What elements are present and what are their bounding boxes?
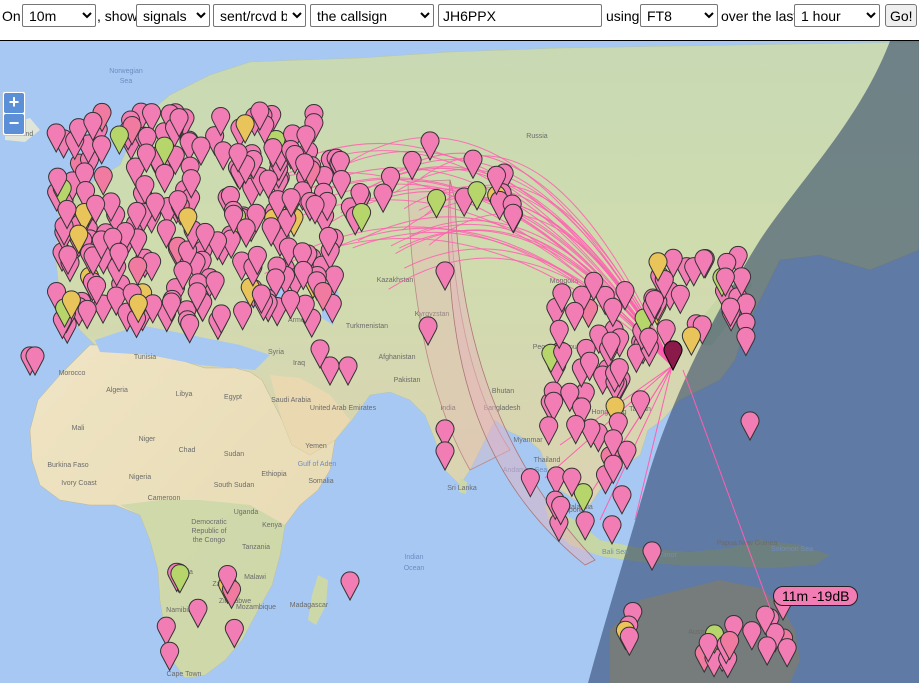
land-africa-south bbox=[120, 500, 285, 678]
land-madagascar bbox=[308, 575, 328, 625]
place-label: Ethiopia bbox=[261, 471, 286, 478]
place-label: Bhutan bbox=[492, 388, 514, 395]
station-marker[interactable] bbox=[160, 641, 180, 672]
place-label: Sea bbox=[120, 78, 133, 85]
place-label: Ivory Coast bbox=[61, 480, 96, 487]
place-label: Malawi bbox=[244, 574, 266, 581]
place-label: Burkina Faso bbox=[47, 462, 88, 469]
place-label: Niger bbox=[139, 436, 156, 443]
place-label: Afghanistan bbox=[379, 354, 416, 361]
station-marker[interactable] bbox=[340, 571, 360, 602]
place-label: Egypt bbox=[224, 394, 242, 401]
on-label: On bbox=[2, 8, 21, 24]
place-label: Cape Town bbox=[167, 671, 202, 678]
place-label: Thailand bbox=[534, 457, 561, 464]
place-label: Pakistan bbox=[394, 377, 421, 384]
place-label: Russia bbox=[526, 133, 548, 140]
place-label: Mali bbox=[72, 425, 85, 432]
place-label: Sri Lanka bbox=[447, 485, 477, 492]
place-label: Turkmenistan bbox=[346, 323, 388, 330]
query-toolbar: On 10m , show signals sent/rcvd by the c… bbox=[0, 0, 919, 41]
station-marker[interactable] bbox=[612, 485, 632, 515]
place-label: Yemen bbox=[305, 443, 327, 450]
place-label: Kenya bbox=[262, 522, 282, 529]
station-marker[interactable] bbox=[602, 515, 622, 545]
signal-report-tooltip[interactable]: 11m -19dB bbox=[773, 586, 859, 606]
place-label: Somalia bbox=[308, 478, 333, 485]
place-label: Tanzania bbox=[242, 544, 270, 551]
mode-select[interactable]: FT8 bbox=[640, 4, 718, 27]
zoom-control: + − bbox=[2, 91, 26, 136]
place-label: Libya bbox=[176, 391, 193, 398]
place-label: the Congo bbox=[193, 537, 225, 544]
place-label: Nigeria bbox=[129, 474, 151, 481]
place-label: Gulf of Aden bbox=[298, 461, 337, 468]
period-select[interactable]: 1 hour bbox=[794, 4, 880, 27]
match-select[interactable]: the callsign bbox=[310, 4, 434, 27]
place-label: Norwegian bbox=[109, 68, 143, 75]
place-label: Saudi Arabia bbox=[271, 397, 311, 404]
show-select[interactable]: signals bbox=[136, 4, 210, 27]
place-label: Bali Sea bbox=[602, 549, 628, 556]
place-label: Republic of bbox=[191, 528, 226, 535]
world-map[interactable]: NorwegianSeaIcelandRussiaKazakhstanMongo… bbox=[0, 41, 919, 683]
place-label: Ocean bbox=[404, 565, 425, 572]
callsign-input[interactable] bbox=[438, 4, 602, 27]
over-label: over the last bbox=[721, 8, 798, 24]
place-label: United Arab Emirates bbox=[310, 405, 377, 412]
place-label: Uganda bbox=[234, 509, 259, 516]
place-label: South Sudan bbox=[214, 482, 255, 489]
place-label: Sudan bbox=[224, 451, 244, 458]
place-label: Indian bbox=[404, 554, 423, 561]
place-label: Mozambique bbox=[236, 604, 276, 611]
band-select[interactable]: 10m bbox=[22, 4, 96, 27]
place-label: Morocco bbox=[59, 370, 86, 377]
zoom-out-button[interactable]: − bbox=[4, 114, 24, 134]
place-label: Cameroon bbox=[148, 495, 181, 502]
place-label: Myanmar bbox=[513, 437, 543, 444]
place-label: Algeria bbox=[106, 387, 128, 394]
place-label: Timor bbox=[659, 552, 677, 559]
place-label: Madagascar bbox=[290, 602, 329, 609]
place-label: Democratic bbox=[191, 519, 227, 526]
zoom-in-button[interactable]: + bbox=[4, 93, 24, 113]
go-button[interactable]: Go! bbox=[885, 4, 917, 27]
using-label: using bbox=[606, 8, 640, 24]
place-label: Syria bbox=[268, 349, 284, 356]
place-label: Tunisia bbox=[134, 354, 156, 361]
place-label: Solomon Sea bbox=[771, 546, 813, 553]
place-label: Chad bbox=[179, 447, 196, 454]
show-label: , show bbox=[97, 8, 138, 24]
place-label: Iraq bbox=[293, 360, 305, 367]
direction-select[interactable]: sent/rcvd by bbox=[213, 4, 306, 27]
place-label: Namibia bbox=[166, 607, 192, 614]
